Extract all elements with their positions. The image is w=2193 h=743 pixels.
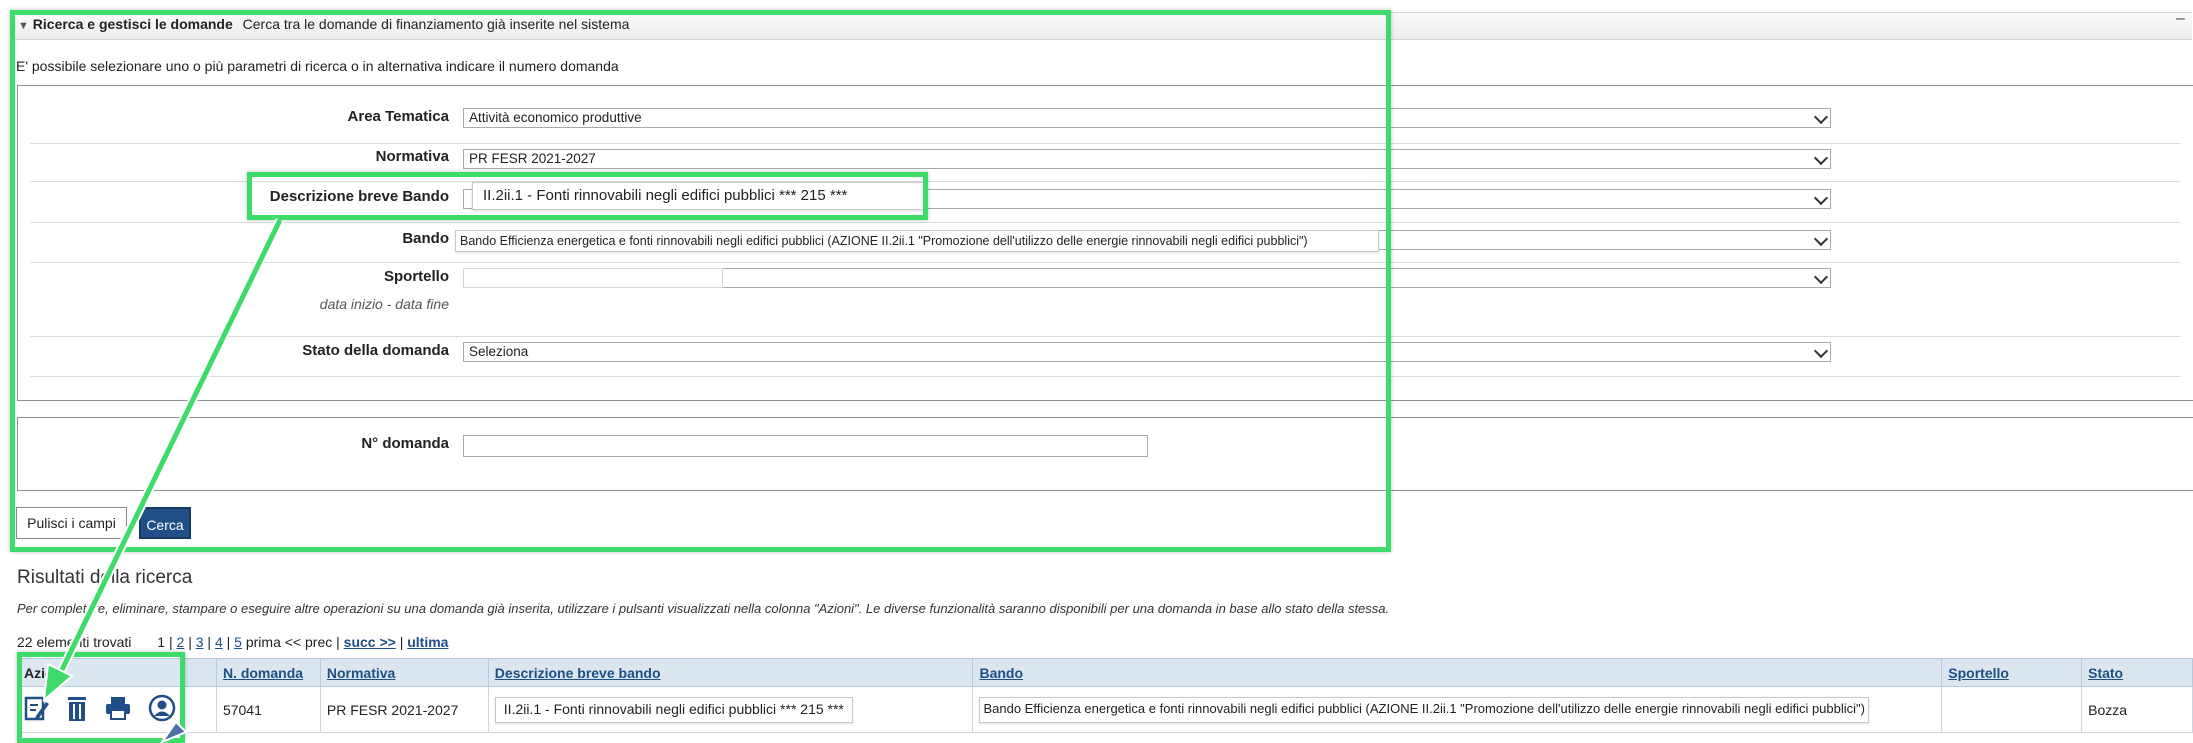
cursor-icon bbox=[160, 720, 188, 743]
annotation-arrow bbox=[42, 218, 285, 703]
